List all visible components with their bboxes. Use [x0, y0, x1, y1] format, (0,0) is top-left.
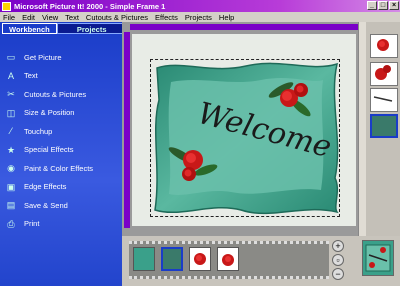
nav-label: Paint & Color Effects	[24, 163, 94, 173]
zoom-controls: + ▫ −	[332, 240, 346, 280]
touchup-icon: ⁄	[10, 126, 12, 137]
nav-special-effects[interactable]: ★ Special Effects	[0, 141, 122, 160]
film-thumb-roses[interactable]	[189, 247, 211, 271]
print-icon: ⎙	[7, 218, 15, 229]
nav-label: Cutouts & Pictures	[24, 89, 87, 99]
nav-label: Text	[24, 71, 38, 81]
zoom-in-icon[interactable]: +	[332, 240, 344, 252]
rose-thumb-icon	[194, 253, 206, 265]
nav-label: Touchup	[24, 126, 53, 136]
save-icon: ▤	[6, 200, 16, 211]
menu-file[interactable]: File	[3, 13, 15, 22]
gallery-thumb-roses[interactable]	[370, 34, 398, 58]
filmstrip-tray: + ▫ −	[122, 236, 400, 286]
gallery-thumb-welcome[interactable]	[370, 88, 398, 112]
vertical-scrollbar[interactable]	[358, 22, 366, 236]
size-position-icon: ◫	[6, 107, 16, 118]
zoom-out-icon[interactable]: −	[332, 268, 344, 280]
nav-label: Get Picture	[24, 52, 62, 62]
get-picture-icon: ▭	[6, 52, 16, 63]
title-bar: Microsoft Picture It! 2000 - Simple Fram…	[0, 0, 400, 12]
nav-touchup[interactable]: ⁄ Touchup	[0, 122, 122, 141]
scissors-icon: ✂	[7, 89, 15, 100]
text-icon: A	[7, 70, 14, 81]
horizontal-ruler	[130, 24, 360, 30]
maximize-button[interactable]: □	[378, 1, 388, 10]
thumbnail-gallery	[366, 22, 400, 236]
gallery-thumb-roses[interactable]	[370, 62, 398, 86]
nav-print[interactable]: ⎙ Print	[0, 215, 122, 234]
welcome-thumb-icon	[373, 96, 393, 102]
gallery-thumb-frame[interactable]	[370, 114, 398, 138]
preview-thumbnail[interactable]	[362, 240, 394, 276]
menu-help[interactable]: Help	[219, 13, 234, 22]
film-thumb-roses[interactable]	[217, 247, 239, 271]
menu-view[interactable]: View	[42, 13, 58, 22]
menu-projects[interactable]: Projects	[185, 13, 212, 22]
nav-edge-effects[interactable]: ▣ Edge Effects	[0, 178, 122, 197]
nav-label: Save & Send	[24, 200, 68, 210]
workbench-panel: Workbench Projects ▭ Get Picture A Text …	[0, 22, 127, 286]
nav-label: Special Effects	[24, 145, 74, 155]
paint-palette-icon: ◉	[7, 163, 15, 174]
rose-thumb-icon	[222, 254, 234, 266]
nav-save-send[interactable]: ▤ Save & Send	[0, 196, 122, 215]
filmstrip	[129, 241, 329, 279]
fit-icon[interactable]: ▫	[332, 254, 344, 266]
minimize-button[interactable]: _	[367, 1, 377, 10]
workspace: Welcome	[122, 22, 366, 236]
film-thumb-frame[interactable]	[133, 247, 155, 271]
frame-selection[interactable]: Welcome	[150, 59, 340, 217]
decorative-frame: Welcome	[154, 62, 339, 215]
window-title: Microsoft Picture It! 2000 - Simple Fram…	[14, 1, 166, 11]
frame-preview-icon	[365, 244, 391, 272]
tab-workbench[interactable]: Workbench	[2, 23, 57, 34]
menu-cutouts[interactable]: Cutouts & Pictures	[86, 13, 148, 22]
edge-effects-icon: ▣	[6, 181, 16, 192]
close-button[interactable]: ×	[389, 1, 399, 10]
menu-edit[interactable]: Edit	[22, 13, 35, 22]
nav-label: Size & Position	[24, 108, 75, 118]
nav-text[interactable]: A Text	[0, 67, 122, 86]
rose-thumb-icon	[375, 65, 391, 80]
menu-effects[interactable]: Effects	[155, 13, 178, 22]
app-icon	[2, 1, 11, 11]
nav-label: Edge Effects	[24, 182, 67, 192]
rose-thumb-icon	[377, 39, 389, 51]
nav-label: Print	[24, 219, 40, 229]
menu-bar: File Edit View Text Cutouts & Pictures E…	[0, 12, 400, 22]
nav-paint-color-effects[interactable]: ◉ Paint & Color Effects	[0, 159, 122, 178]
vertical-ruler	[124, 32, 130, 228]
special-effects-icon: ★	[6, 144, 16, 155]
nav-get-picture[interactable]: ▭ Get Picture	[0, 48, 122, 67]
tab-projects[interactable]: Projects	[56, 23, 127, 34]
nav-size-position[interactable]: ◫ Size & Position	[0, 104, 122, 123]
film-thumb-selected[interactable]	[161, 247, 183, 271]
nav-cutouts-pictures[interactable]: ✂ Cutouts & Pictures	[0, 85, 122, 104]
menu-text[interactable]: Text	[65, 13, 79, 22]
